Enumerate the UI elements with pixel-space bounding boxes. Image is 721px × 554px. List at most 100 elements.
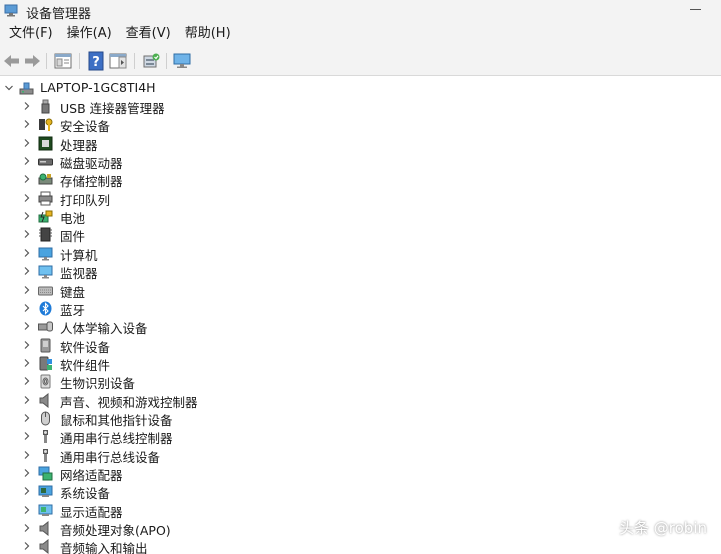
chevron-right-icon[interactable]: [22, 504, 32, 516]
toolbar-separator: [166, 53, 167, 69]
tree-item[interactable]: 打印队列: [0, 189, 721, 208]
tree-item[interactable]: 音频输入和输出: [0, 537, 721, 554]
battery-icon: [38, 209, 53, 224]
monitor-icon[interactable]: [172, 51, 192, 71]
toolbar: ?: [0, 46, 721, 76]
tree-item[interactable]: 电池: [0, 207, 721, 227]
chevron-right-icon[interactable]: [22, 118, 32, 130]
firmware-icon: [38, 227, 53, 242]
tree-root-label: LAPTOP-1GC8TI4H: [40, 80, 156, 95]
tree-item[interactable]: 安全设备: [0, 115, 721, 135]
hid-icon: [38, 319, 53, 334]
chevron-right-icon[interactable]: [22, 375, 32, 387]
audio-processing-icon: [38, 521, 53, 537]
chevron-right-icon[interactable]: [22, 173, 32, 185]
tree-item-label: 电池: [60, 211, 86, 227]
tree-item[interactable]: 通用串行总线设备: [0, 446, 721, 465]
printer-icon: [38, 191, 53, 206]
chevron-right-icon[interactable]: [22, 302, 32, 314]
chevron-right-icon[interactable]: [22, 412, 32, 424]
tree-item[interactable]: 处理器: [0, 134, 721, 153]
chevron-right-icon[interactable]: [22, 357, 32, 369]
properties-icon[interactable]: [53, 51, 73, 71]
scan-hardware-icon[interactable]: [141, 51, 161, 71]
tree-item-label: 软件组件: [60, 357, 111, 373]
tree-item[interactable]: 鼠标和其他指针设备: [0, 409, 721, 428]
tree-item[interactable]: USB 连接器管理器: [0, 97, 721, 116]
minimize-button[interactable]: [685, 0, 707, 18]
chevron-right-icon[interactable]: [22, 100, 32, 112]
chevron-right-icon[interactable]: [22, 394, 32, 406]
tree-item-label: 显示适配器: [60, 504, 123, 520]
chevron-right-icon[interactable]: [22, 449, 32, 461]
action-pane-icon[interactable]: [108, 51, 128, 71]
chevron-right-icon[interactable]: [22, 284, 32, 296]
chevron-right-icon[interactable]: [22, 485, 32, 497]
disk-drive-icon: [38, 154, 53, 169]
tree-item[interactable]: 声音、视频和游戏控制器: [0, 391, 721, 410]
tree-item[interactable]: 蓝牙: [0, 299, 721, 318]
tree-item-label: 安全设备: [60, 119, 111, 135]
tree-item-label: 生物识别设备: [60, 376, 136, 392]
tree-item[interactable]: 计算机: [0, 244, 721, 263]
tree-item[interactable]: 人体学输入设备: [0, 317, 721, 337]
chevron-down-icon[interactable]: [4, 82, 14, 94]
menu-help[interactable]: 帮助(H): [180, 22, 236, 46]
tree-item-label: 处理器: [60, 137, 98, 153]
tree-item[interactable]: 系统设备: [0, 482, 721, 502]
tree-item[interactable]: 生物识别设备: [0, 372, 721, 392]
tree-item[interactable]: 通用串行总线控制器: [0, 427, 721, 447]
chevron-right-icon[interactable]: [22, 265, 32, 277]
title-bar: 设备管理器: [0, 0, 721, 22]
chevron-right-icon[interactable]: [22, 210, 32, 222]
tree-item-label: 打印队列: [60, 192, 111, 208]
back-arrow-icon[interactable]: [2, 51, 22, 71]
tree-item[interactable]: 键盘: [0, 281, 721, 300]
system-device-icon: [38, 484, 53, 499]
help-icon[interactable]: ?: [86, 51, 106, 71]
chevron-right-icon[interactable]: [22, 247, 32, 259]
tree-item-label: 通用串行总线设备: [60, 449, 161, 465]
usb-device-icon: [38, 448, 53, 463]
tree-item-label: 通用串行总线控制器: [60, 431, 173, 447]
chevron-right-icon[interactable]: [22, 467, 32, 479]
tree-item-label: 人体学输入设备: [60, 321, 148, 337]
chevron-right-icon[interactable]: [22, 339, 32, 351]
tree-root[interactable]: LAPTOP-1GC8TI4H: [0, 79, 721, 97]
chevron-right-icon[interactable]: [22, 320, 32, 332]
menu-action[interactable]: 操作(A): [62, 22, 117, 46]
security-key-icon: [38, 117, 53, 132]
menu-view[interactable]: 查看(V): [121, 22, 176, 46]
menu-file[interactable]: 文件(F): [4, 22, 58, 46]
tree-item-label: 音频处理对象(APO): [60, 523, 171, 539]
toolbar-separator: [134, 53, 135, 69]
chevron-right-icon[interactable]: [22, 155, 32, 167]
speaker-icon: [38, 392, 53, 408]
software-device-icon: [38, 338, 53, 353]
tree-item[interactable]: 音频处理对象(APO): [0, 519, 721, 539]
device-manager-app-icon: [4, 4, 18, 17]
display-adapter-icon: [38, 503, 53, 518]
tree-item[interactable]: 监视器: [0, 262, 721, 281]
computer-icon: [19, 81, 34, 96]
tree-item-label: 计算机: [60, 247, 98, 263]
tree-item-label: USB 连接器管理器: [60, 101, 165, 116]
chevron-right-icon[interactable]: [22, 228, 32, 240]
forward-arrow-icon[interactable]: [22, 51, 42, 71]
tree-item[interactable]: 软件设备: [0, 336, 721, 355]
chevron-right-icon[interactable]: [22, 430, 32, 442]
window-title: 设备管理器: [26, 7, 92, 22]
tree-item[interactable]: 磁盘驱动器: [0, 152, 721, 171]
keyboard-icon: [38, 283, 53, 298]
tree-item-label: 系统设备: [60, 486, 111, 502]
tree-item[interactable]: 固件: [0, 225, 721, 245]
chevron-right-icon[interactable]: [22, 192, 32, 204]
chevron-right-icon[interactable]: [22, 137, 32, 149]
tree-item[interactable]: 显示适配器: [0, 501, 721, 520]
chevron-right-icon[interactable]: [22, 540, 32, 552]
chevron-right-icon[interactable]: [22, 522, 32, 534]
tree-item-label: 固件: [60, 229, 86, 245]
tree-item[interactable]: 网络适配器: [0, 464, 721, 483]
tree-item[interactable]: 存储控制器: [0, 170, 721, 189]
tree-item[interactable]: 软件组件: [0, 354, 721, 373]
